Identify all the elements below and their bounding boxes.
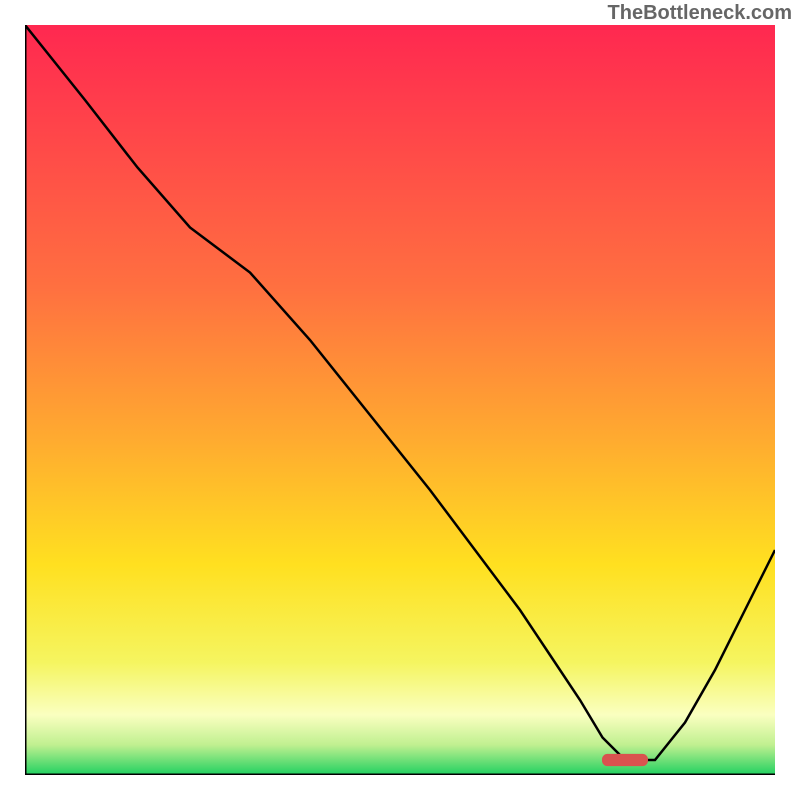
gradient-background (25, 25, 775, 775)
watermark-text: TheBottleneck.com (608, 2, 792, 25)
optimal-marker (603, 754, 648, 765)
chart-container (25, 25, 775, 775)
chart-svg (25, 25, 775, 775)
